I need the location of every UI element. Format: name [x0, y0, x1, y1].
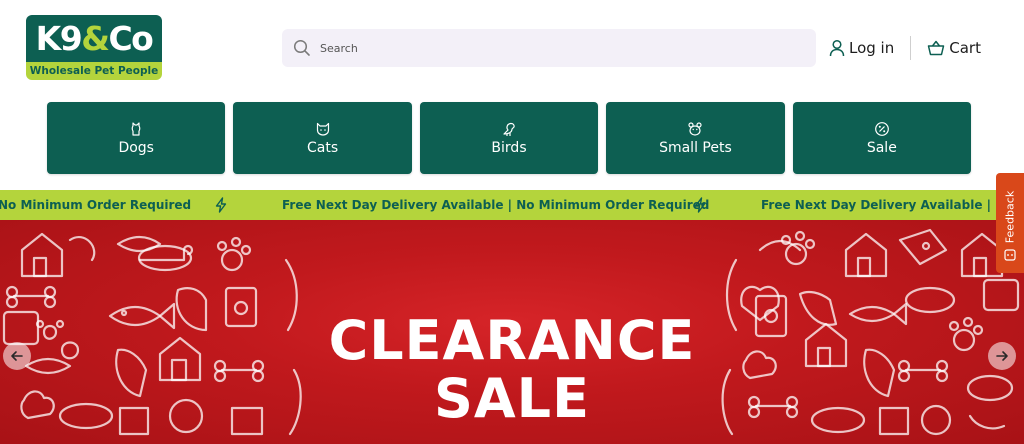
logo-text-co: Co [108, 19, 153, 58]
search-input[interactable] [318, 40, 802, 56]
category-label: Dogs [118, 139, 154, 156]
cat-icon [316, 122, 329, 136]
bird-icon [503, 122, 515, 136]
small-pet-icon [688, 121, 703, 136]
logo-tagline: Wholesale Pet People [26, 62, 162, 80]
logo-wordmark: K9&Co [26, 15, 162, 62]
search-icon [293, 39, 310, 56]
category-birds[interactable]: Birds [419, 102, 599, 174]
cart-label: Cart [949, 39, 981, 57]
dog-icon [131, 121, 141, 136]
lightning-icon [215, 197, 227, 213]
category-small-pets[interactable]: Small Pets [606, 102, 785, 174]
category-nav: Dogs Cats Birds Small Pets Sale [47, 102, 972, 174]
login-label: Log in [849, 39, 895, 57]
carousel-prev-button[interactable] [3, 342, 31, 370]
login-link[interactable]: Log in [829, 39, 894, 57]
announcement-text: Free Next Day Delivery Available | No Mi [761, 198, 1024, 212]
carousel-next-button[interactable] [988, 342, 1016, 370]
basket-icon [927, 40, 945, 56]
hero-banner[interactable]: CLEARANCE SALE [0, 220, 1024, 444]
lightning-icon [694, 197, 706, 213]
logo-text-amp: & [81, 19, 110, 58]
feedback-label: Feedback [1003, 190, 1017, 244]
category-label: Cats [307, 139, 339, 156]
user-icon [829, 39, 845, 57]
percent-icon [874, 121, 889, 136]
arrow-right-icon [996, 351, 1008, 361]
feedback-tab[interactable]: Feedback [996, 173, 1024, 273]
feedback-icon [1004, 249, 1016, 261]
category-label: Small Pets [659, 139, 732, 156]
category-cats[interactable]: Cats [233, 102, 412, 174]
category-label: Sale [866, 139, 897, 156]
arrow-left-icon [11, 351, 23, 361]
category-label: Birds [491, 139, 527, 156]
hero-title-line-1: CLEARANCE [328, 309, 696, 372]
category-dogs[interactable]: Dogs [47, 102, 226, 174]
brand-logo[interactable]: K9&Co Wholesale Pet People [26, 15, 162, 80]
announcement-text: No Minimum Order Required [0, 198, 192, 212]
hero-title-line-2: SALE [434, 367, 590, 430]
header-divider [910, 36, 912, 60]
announcement-bar: No Minimum Order Required Free Next Day … [0, 190, 1024, 220]
cart-link[interactable]: Cart [927, 39, 981, 57]
category-sale[interactable]: Sale [792, 102, 972, 174]
header-actions: Log in Cart [829, 36, 981, 60]
announcement-text: Free Next Day Delivery Available | No Mi… [282, 198, 710, 212]
search-bar[interactable] [282, 29, 816, 67]
logo-text-k9: K9 [35, 19, 83, 58]
